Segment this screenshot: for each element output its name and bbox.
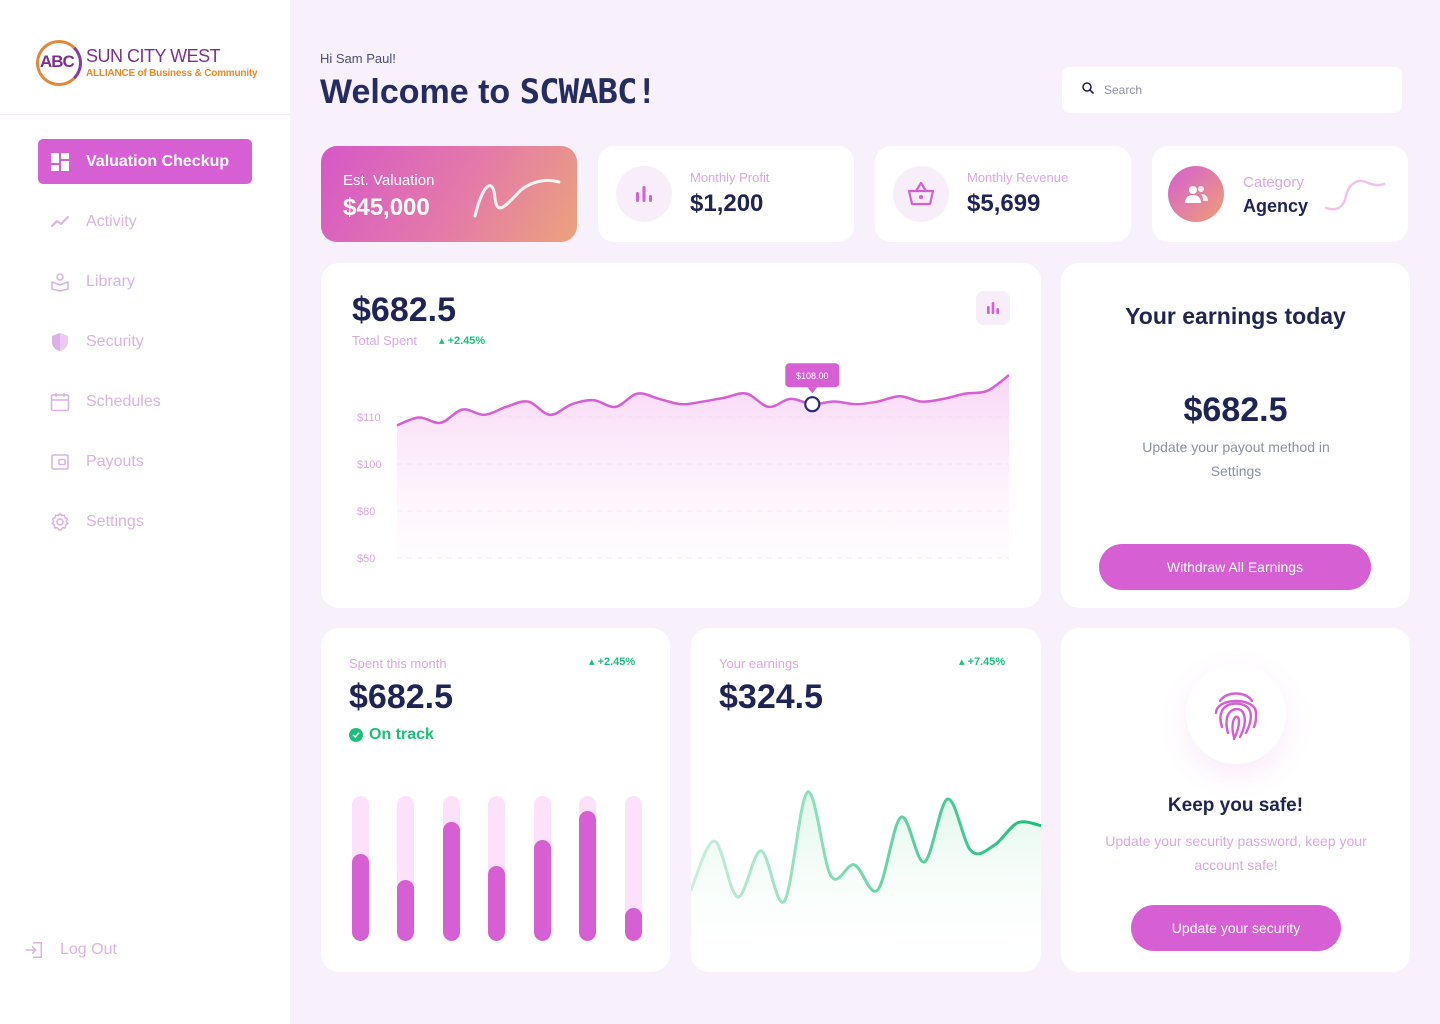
earnings-today-card: Your earnings today $682.5 Update your p… [1061,263,1410,608]
page-title: Welcome to SCWABC! [320,72,657,112]
highlight-point[interactable] [804,396,821,413]
total-spent-card: $682.5 Total Spent ▴ +2.45% $110 $100 $80 $… [321,263,1041,608]
update-security-button[interactable]: Update your security [1131,905,1341,951]
logo-title: SUN CITY WEST [86,46,221,66]
calendar-icon [50,392,70,412]
wallet-icon [50,452,70,472]
spent-month-label: Spent this month [349,656,447,671]
gear-icon [50,512,70,532]
bar-fill [579,810,596,941]
logo-abc: ABC [40,52,75,71]
status-text: On track [369,726,434,743]
page-title-text: Welcome to [320,73,511,111]
bar-track[interactable] [443,796,460,941]
search-icon [1082,81,1094,99]
bar-chart-icon [616,166,672,222]
bar-fill [625,907,642,941]
y-tick-label: $110 [357,412,381,424]
y-tick-label: $100 [357,459,381,471]
spent-month-card: Spent this month ▴ +2.45% $682.5 On trac… [321,628,670,972]
logout-label: Log Out [60,941,117,958]
logo[interactable]: ABC SUN CITY WEST ALLIANCE of Business &… [36,40,266,90]
activity-icon [50,212,70,232]
bar-fill [397,880,414,941]
bar-track[interactable] [625,796,642,941]
revenue-value: $5,699 [967,190,1041,217]
users-icon [1168,166,1224,222]
spent-month-delta-value: +2.45% [597,656,636,668]
check-icon [349,728,363,742]
fingerprint-icon [1186,664,1286,764]
bar-track[interactable] [352,796,369,941]
valuation-squiggle-icon [473,178,561,218]
profit-card[interactable]: Monthly Profit $1,200 [598,146,854,242]
withdraw-button[interactable]: Withdraw All Earnings [1099,544,1371,590]
y-tick-label: $80 [357,506,375,518]
library-icon [50,272,70,292]
sidebar-item-valuation-checkup[interactable]: Valuation Checkup [38,139,252,184]
bar-fill [352,854,369,941]
sidebar-item-settings[interactable]: Settings [38,499,252,544]
search-input[interactable] [1104,83,1364,97]
bar-fill [443,822,460,941]
sidebar-item-label: Settings [86,512,144,530]
sidebar: ABC SUN CITY WEST ALLIANCE of Business &… [0,0,290,1024]
sidebar-item-activity[interactable]: Activity [38,199,252,244]
tooltip-arrow [807,387,818,394]
sidebar-nav: Valuation Checkup Activity Library Secur… [38,139,252,559]
sidebar-item-label: Library [86,272,135,290]
basket-icon [893,166,949,222]
earnings-today-value: $682.5 [1183,391,1288,429]
earnings-today-title: Your earnings today [1125,303,1346,329]
your-earnings-card: Your earnings ▴ +7.45% $324.5 [691,628,1041,972]
valuation-card[interactable]: Est. Valuation $45,000 [321,146,577,242]
sidebar-item-schedules[interactable]: Schedules [38,379,252,424]
logout-button[interactable]: Log Out [24,940,117,960]
profit-value: $1,200 [690,190,764,217]
sidebar-divider [0,114,290,115]
shield-icon [50,332,70,352]
total-spent-chart: $110 $100 $80 $50 $108.00 [357,363,1010,565]
greeting: Hi Sam Paul! [320,51,396,66]
sidebar-item-label: Schedules [86,392,161,410]
revenue-card[interactable]: Monthly Revenue $5,699 [875,146,1131,242]
sidebar-item-label: Security [86,332,144,350]
logo-tagline: ALLIANCE of Business & Community [86,68,258,79]
revenue-label: Monthly Revenue [967,170,1069,185]
tooltip-label: $108.00 [796,371,829,381]
bar-track[interactable] [397,796,414,941]
valuation-label: Est. Valuation [343,172,435,189]
sidebar-item-library[interactable]: Library [38,259,252,304]
bar-fill [534,839,551,941]
security-card: Keep you safe! Update your security pass… [1061,628,1410,972]
bar-track[interactable] [488,796,505,941]
sidebar-item-security[interactable]: Security [38,319,252,364]
dashboard-icon [50,152,70,172]
sidebar-item-label: Payouts [86,452,144,470]
profit-label: Monthly Profit [690,170,770,185]
category-card[interactable]: Category Agency [1152,146,1408,242]
spent-month-delta: ▴ +2.45% [589,656,636,668]
valuation-value: $45,000 [343,194,430,221]
sidebar-item-label: Activity [86,212,137,230]
category-squiggle-icon [1324,179,1386,211]
spent-month-value: $682.5 [349,678,453,716]
y-tick-label: $50 [357,553,375,565]
earnings-chart [691,790,1041,972]
sidebar-item-payouts[interactable]: Payouts [38,439,252,484]
bar-fill [488,865,505,941]
status-badge: On track [349,726,434,744]
category-label: Category [1243,174,1304,191]
security-title: Keep you safe! [1167,795,1304,816]
search-box[interactable] [1062,67,1402,113]
category-value: Agency [1243,196,1309,216]
earnings-today-text: Update your payout method in Settings [1142,439,1330,479]
sidebar-item-label: Valuation Checkup [86,152,230,170]
bar-track[interactable] [534,796,551,941]
page-title-brand: SCWABC! [519,72,657,112]
bar-track[interactable] [579,796,596,941]
logout-icon [24,940,44,960]
security-text: Update your security password, keep your… [1105,833,1367,873]
